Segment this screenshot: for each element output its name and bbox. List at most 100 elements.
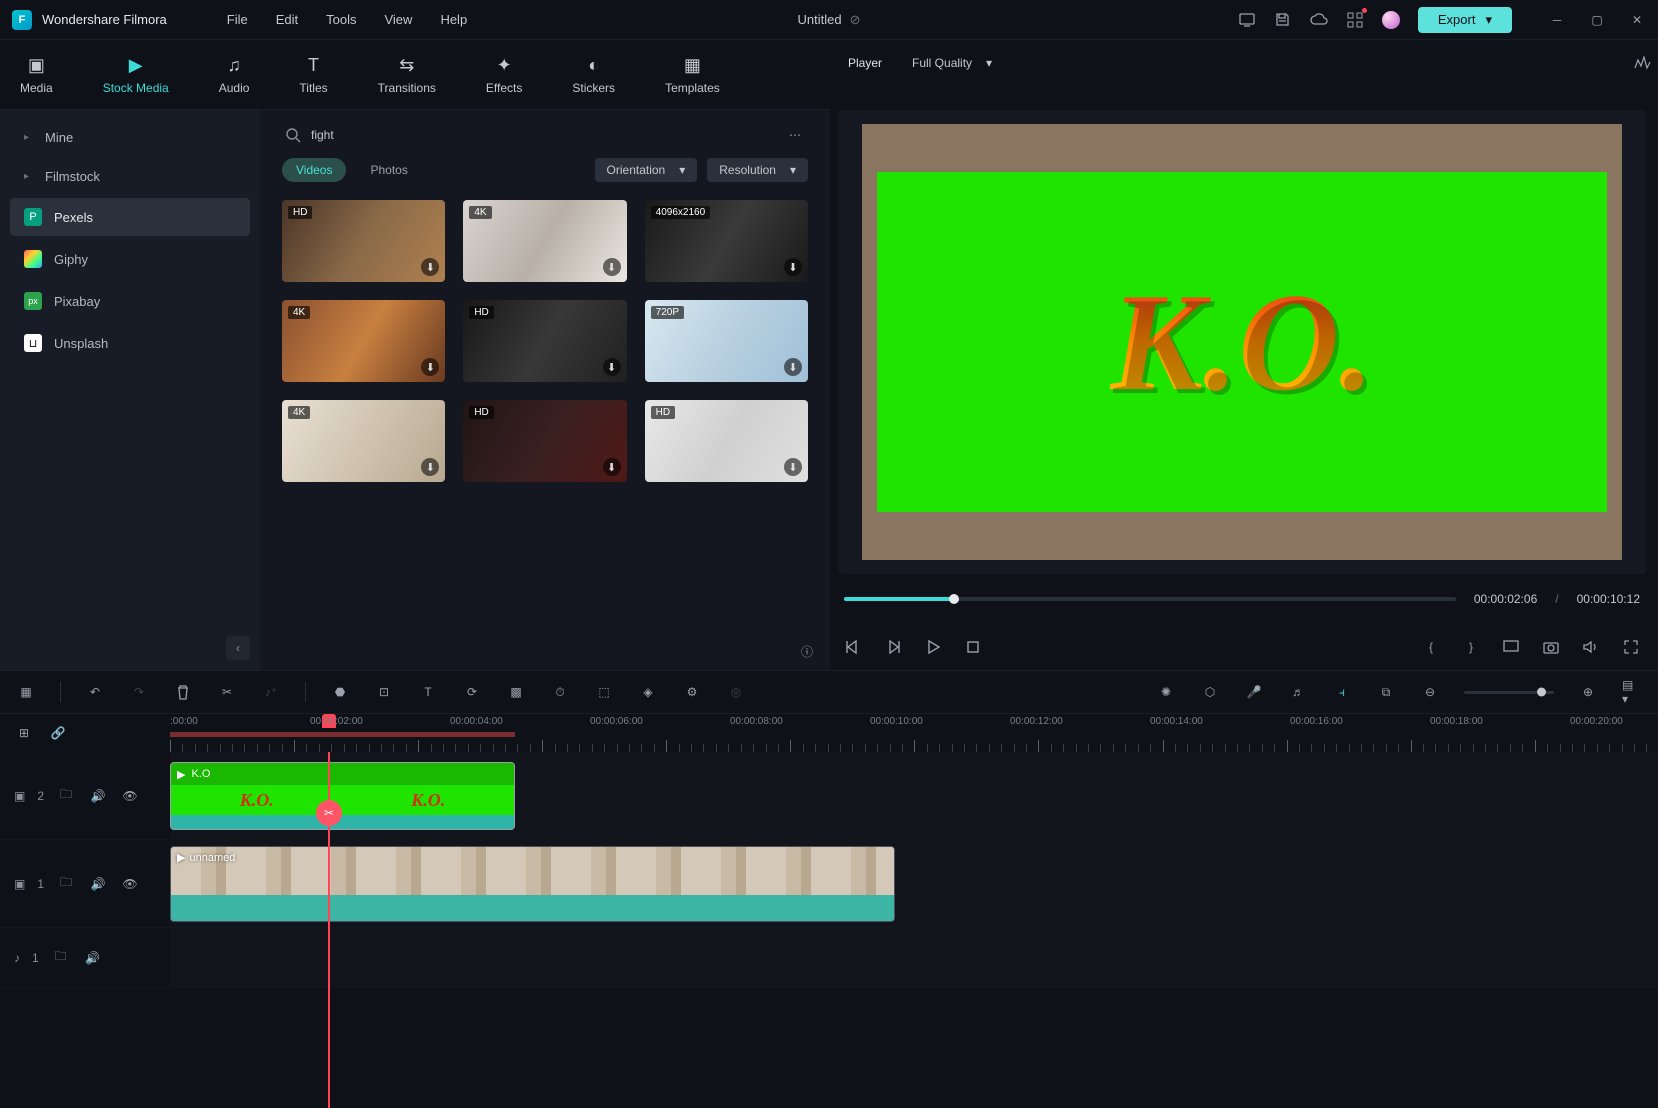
mark-out-icon[interactable]: } — [1462, 638, 1480, 656]
media-thumbnail[interactable]: 4K⬇ — [282, 300, 445, 382]
sidebar-item-pexels[interactable]: PPexels — [10, 198, 250, 236]
tab-media[interactable]: ▣Media — [20, 55, 53, 95]
download-icon[interactable]: ⬇ — [784, 458, 802, 476]
clip-ko[interactable]: ▶K.O K.O.K.O. — [170, 762, 515, 830]
media-thumbnail[interactable]: 720P⬇ — [645, 300, 808, 382]
delete-button[interactable] — [173, 682, 193, 702]
avatar-icon[interactable] — [1382, 11, 1400, 29]
menu-file[interactable]: File — [227, 12, 248, 27]
search-input[interactable]: fight — [286, 128, 776, 143]
tab-stock-media[interactable]: ▶Stock Media — [103, 55, 169, 95]
close-button[interactable]: ✕ — [1628, 11, 1646, 29]
audio-mix-icon[interactable]: ♬ — [1288, 682, 1308, 702]
download-icon[interactable]: ⬇ — [784, 358, 802, 376]
voiceover-icon[interactable]: 🎤 — [1244, 682, 1264, 702]
render-icon[interactable]: ✺ — [1156, 682, 1176, 702]
progress-bar[interactable] — [844, 597, 1456, 601]
download-icon[interactable]: ⬇ — [603, 358, 621, 376]
snap-icon[interactable]: ⧉ — [1376, 682, 1396, 702]
download-icon[interactable]: ⬇ — [421, 358, 439, 376]
media-thumbnail[interactable]: 4096x2160⬇ — [645, 200, 808, 282]
subtab-photos[interactable]: Photos — [356, 158, 421, 182]
menu-help[interactable]: Help — [440, 12, 467, 27]
zoom-knob[interactable] — [1537, 688, 1546, 697]
tab-stickers[interactable]: ◐Stickers — [572, 55, 615, 95]
mute-icon[interactable]: 🔊 — [88, 786, 108, 806]
zoom-out-button[interactable]: ⊖ — [1420, 682, 1440, 702]
tab-titles[interactable]: TTitles — [299, 55, 327, 95]
subtab-videos[interactable]: Videos — [282, 158, 346, 182]
save-icon[interactable] — [1274, 11, 1292, 29]
track-body-v1[interactable]: ▶unnamed — [170, 840, 1658, 927]
export-button[interactable]: Export▾ — [1418, 7, 1512, 33]
scissors-marker[interactable]: ✂ — [316, 800, 342, 826]
collapse-sidebar-button[interactable]: ‹ — [226, 636, 250, 660]
speed-icon[interactable]: ⟳ — [462, 682, 482, 702]
display-icon[interactable] — [1502, 638, 1520, 656]
color-icon[interactable]: ▩ — [506, 682, 526, 702]
visibility-icon[interactable]: 👁 — [120, 786, 140, 806]
media-thumbnail[interactable]: 4K⬇ — [282, 400, 445, 482]
preview-tab-player[interactable]: Player — [848, 56, 882, 70]
media-thumbnail[interactable]: HD⬇ — [463, 300, 626, 382]
download-icon[interactable]: ⬇ — [603, 258, 621, 276]
mark-in-icon[interactable]: { — [1422, 638, 1440, 656]
snapshot-icon[interactable] — [1542, 638, 1560, 656]
undo-button[interactable]: ↶ — [85, 682, 105, 702]
cut-button[interactable]: ✂ — [217, 682, 237, 702]
mask-icon[interactable]: ◈ — [638, 682, 658, 702]
sidebar-item-pixabay[interactable]: pxPixabay — [10, 282, 250, 320]
mute-icon[interactable]: 🔊 — [83, 948, 103, 968]
fullscreen-icon[interactable] — [1622, 638, 1640, 656]
screen-icon[interactable] — [1238, 11, 1256, 29]
add-track-icon[interactable]: ⊞ — [14, 723, 34, 743]
menu-view[interactable]: View — [384, 12, 412, 27]
waveform-icon[interactable] — [1634, 54, 1652, 72]
track-body-a1[interactable] — [170, 928, 1658, 987]
clip-unnamed[interactable]: ▶unnamed — [170, 846, 895, 922]
tab-templates[interactable]: ▦Templates — [665, 55, 720, 95]
folder-icon[interactable]: 🗀 — [51, 948, 71, 968]
visibility-icon[interactable]: 👁 — [120, 874, 140, 894]
tab-transitions[interactable]: ⇆Transitions — [378, 55, 436, 95]
view-mode-icon[interactable]: ▤ ▾ — [1622, 682, 1642, 702]
preview-canvas[interactable]: K.O. — [838, 110, 1646, 574]
stop-button[interactable] — [964, 638, 982, 656]
media-thumbnail[interactable]: 4K⬇ — [463, 200, 626, 282]
select-tool-icon[interactable]: ▦ — [16, 682, 36, 702]
tab-effects[interactable]: ✦Effects — [486, 55, 522, 95]
download-icon[interactable]: ⬇ — [603, 458, 621, 476]
sidebar-item-giphy[interactable]: Giphy — [10, 240, 250, 278]
keyframe-icon[interactable]: ⬚ — [594, 682, 614, 702]
media-thumbnail[interactable]: HD⬇ — [645, 400, 808, 482]
quality-dropdown[interactable]: Full Quality▾ — [900, 51, 1004, 75]
sidebar-item-filmstock[interactable]: ▸Filmstock — [10, 159, 250, 194]
folder-icon[interactable]: 🗀 — [56, 786, 76, 806]
step-forward-button[interactable] — [884, 638, 902, 656]
timer-icon[interactable]: ⏱ — [550, 682, 570, 702]
work-area-range[interactable] — [170, 732, 515, 737]
tag-icon[interactable]: ⬣ — [330, 682, 350, 702]
beat-detect-icon[interactable]: ♪⁺ — [261, 682, 281, 702]
more-icon[interactable]: ⋯ — [786, 126, 804, 144]
orientation-dropdown[interactable]: Orientation▾ — [595, 158, 698, 182]
progress-knob[interactable] — [949, 594, 959, 604]
cloud-icon[interactable] — [1310, 11, 1328, 29]
sidebar-item-mine[interactable]: ▸Mine — [10, 120, 250, 155]
media-thumbnail[interactable]: HD⬇ — [282, 200, 445, 282]
track-body-v2[interactable]: ▶K.O K.O.K.O. — [170, 752, 1658, 839]
media-thumbnail[interactable]: HD⬇ — [463, 400, 626, 482]
record-icon[interactable]: ◎ — [726, 682, 746, 702]
text-tool-icon[interactable]: T — [418, 682, 438, 702]
download-icon[interactable]: ⬇ — [784, 258, 802, 276]
time-ruler[interactable]: :00:0000:00:02:0000:00:04:0000:00:06:000… — [170, 714, 1658, 752]
link-icon[interactable]: 🔗 — [48, 723, 68, 743]
info-icon[interactable]: ⓘ — [798, 642, 816, 660]
menu-tools[interactable]: Tools — [326, 12, 356, 27]
minimize-button[interactable]: ─ — [1548, 11, 1566, 29]
download-icon[interactable]: ⬇ — [421, 258, 439, 276]
menu-edit[interactable]: Edit — [276, 12, 298, 27]
download-icon[interactable]: ⬇ — [421, 458, 439, 476]
crop-icon[interactable]: ⊡ — [374, 682, 394, 702]
marker-icon[interactable]: ⬡ — [1200, 682, 1220, 702]
